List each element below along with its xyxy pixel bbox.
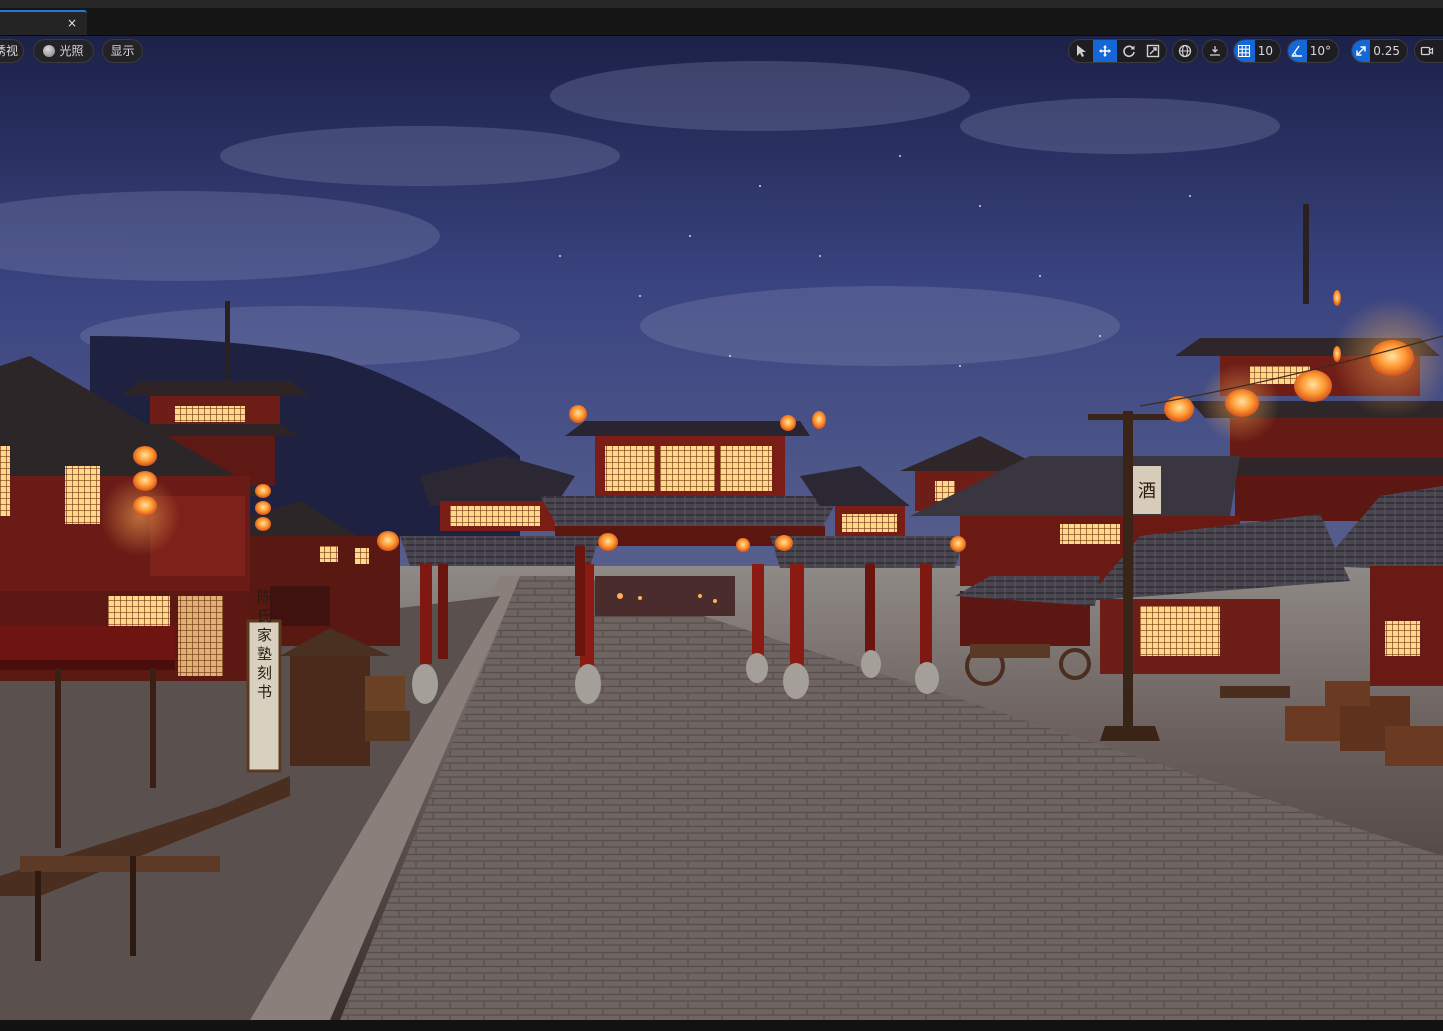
- view-mode-label: 诱视: [0, 44, 18, 58]
- rotate-icon: [1123, 45, 1135, 58]
- camera-speed-group: [1414, 39, 1443, 63]
- select-arrow-icon: [1077, 45, 1086, 57]
- grid-snap-value[interactable]: 10: [1255, 40, 1280, 62]
- scale-tool-button[interactable]: [1141, 40, 1165, 62]
- rotation-snap-group: 10°: [1287, 39, 1339, 63]
- lighting-mode-label: 光照: [59, 44, 84, 58]
- scale-snap-group: 0.25: [1351, 39, 1408, 63]
- camera-icon: [1420, 46, 1434, 56]
- grid-snap-group: 10: [1233, 39, 1281, 63]
- rotation-snap-toggle[interactable]: [1288, 40, 1307, 62]
- lit-sphere-icon: [43, 45, 56, 57]
- grid-snap-toggle[interactable]: [1234, 40, 1255, 62]
- window-title-bar: [0, 0, 1443, 8]
- coordinate-space-group: [1172, 39, 1198, 63]
- scale-snap-toggle[interactable]: [1352, 40, 1371, 62]
- grid-icon: [1238, 44, 1251, 58]
- angle-icon: [1291, 45, 1303, 57]
- move-arrows-icon: [1099, 45, 1111, 57]
- show-flags-button[interactable]: 显示: [102, 39, 143, 63]
- scale-snap-value[interactable]: 0.25: [1370, 40, 1407, 62]
- scale-snap-icon: [1356, 46, 1366, 56]
- viewport-bottom-edge: [0, 1020, 1443, 1031]
- surface-snap-button[interactable]: [1203, 40, 1227, 62]
- rotate-tool-button[interactable]: [1117, 40, 1141, 62]
- scene-render[interactable]: 陈氏家塾刻书 酒: [0, 36, 1443, 1020]
- tab-level-viewport[interactable]: ×: [0, 10, 87, 35]
- level-viewport[interactable]: 陈氏家塾刻书 酒 视 光照 显示 10 10° 0.25: [0, 36, 1443, 1020]
- surface-snap-icon: [1210, 46, 1220, 56]
- transform-tools-group: [1068, 39, 1167, 63]
- globe-icon: [1178, 44, 1192, 58]
- rotation-snap-value[interactable]: 10°: [1307, 40, 1338, 62]
- show-flags-label: 显示: [110, 44, 135, 58]
- world-space-button[interactable]: [1173, 40, 1197, 62]
- wine-flag-text: 酒: [1138, 481, 1156, 502]
- surface-snap-group: [1202, 39, 1228, 63]
- distant-street: [595, 576, 735, 616]
- close-icon[interactable]: ×: [67, 14, 77, 32]
- camera-speed-button[interactable]: [1415, 40, 1439, 62]
- translate-tool-button[interactable]: [1093, 40, 1117, 62]
- document-tab-bar: ×: [0, 8, 1443, 36]
- shop-sign-text: 陈氏家塾刻书: [255, 588, 273, 703]
- view-mode-button[interactable]: 诱视: [0, 39, 24, 63]
- lighting-mode-button[interactable]: 光照: [33, 39, 94, 63]
- scale-icon: [1146, 44, 1160, 58]
- select-tool-button[interactable]: [1069, 40, 1093, 62]
